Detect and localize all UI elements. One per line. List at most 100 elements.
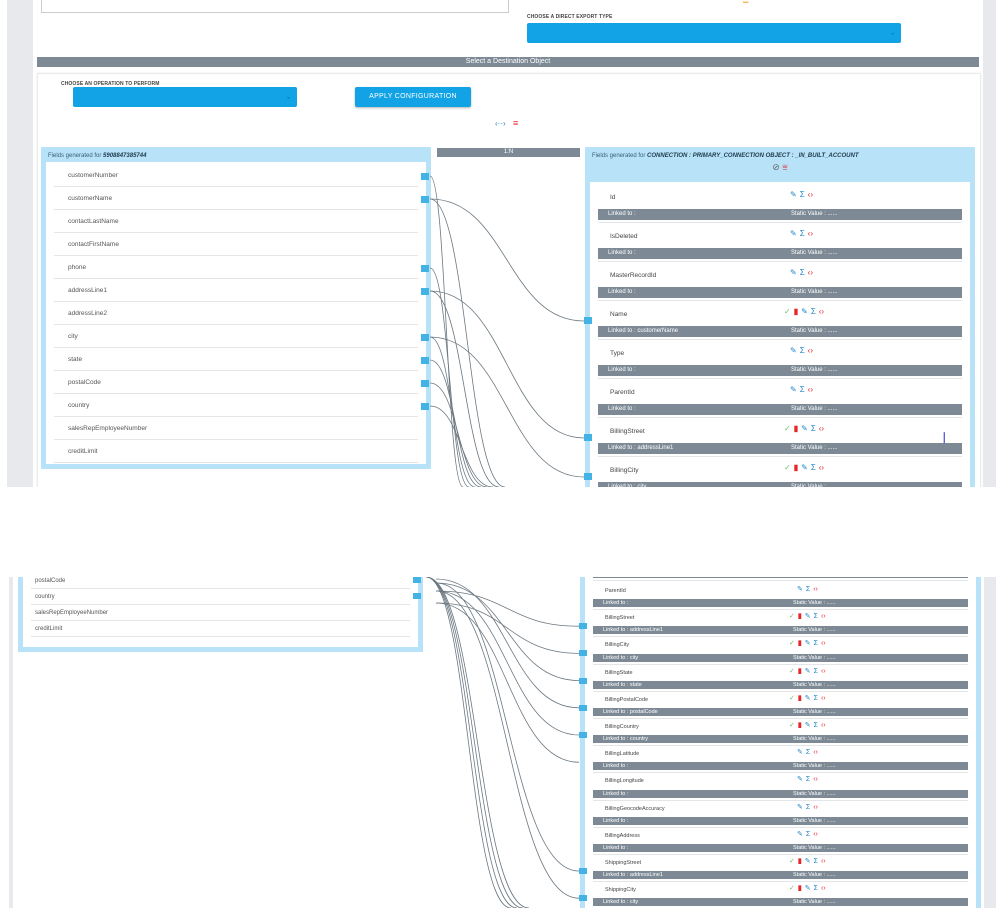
code-icon[interactable]: ‹› bbox=[808, 385, 813, 394]
delete-icon[interactable]: ▮ bbox=[798, 668, 802, 675]
source-field-row[interactable]: country bbox=[31, 589, 410, 605]
destination-field-card[interactable]: ShippingCity ✓ ▮ ✎ Σ ‹› Linked to : city Static… bbox=[593, 882, 968, 908]
destination-field-card[interactable]: BillingPostalCode ✓ ▮ ✎ Σ ‹› Linked to : posta… bbox=[593, 691, 968, 719]
filter-icon[interactable]: ⩸ bbox=[782, 162, 787, 172]
source-field-row[interactable]: postalCode bbox=[54, 371, 418, 394]
destination-field-card[interactable]: BillingLongitude ✎ Σ ‹› Linked to : Static Va… bbox=[593, 773, 968, 801]
sigma-icon[interactable]: Σ bbox=[806, 804, 810, 811]
destination-port[interactable] bbox=[579, 704, 587, 711]
destination-port[interactable] bbox=[579, 868, 587, 874]
destination-field-card[interactable]: BillingStreet ✓ ▮ ✎ Σ ‹› Linked to : addressLi… bbox=[593, 610, 968, 638]
check-icon[interactable]: ✓ bbox=[789, 858, 795, 865]
destination-field-card[interactable]: ParentId ✎ Σ ‹› Linked to : Static Value : ..… bbox=[593, 583, 968, 611]
sigma-icon[interactable]: Σ bbox=[814, 613, 818, 620]
check-icon[interactable]: ✓ bbox=[789, 640, 795, 647]
destination-port[interactable] bbox=[579, 732, 587, 738]
pencil-icon[interactable]: ✎ bbox=[797, 586, 803, 593]
clear-mapping-icon[interactable]: ⊘ bbox=[772, 162, 780, 172]
check-icon[interactable]: ✓ bbox=[789, 613, 795, 620]
code-icon[interactable]: ‹› bbox=[821, 885, 826, 892]
source-field-row[interactable]: creditLimit bbox=[54, 440, 418, 463]
code-icon[interactable]: ‹› bbox=[821, 722, 826, 729]
destination-field-card[interactable]: BillingAddress ✎ Σ ‹› Linked to : Static Valu… bbox=[593, 827, 968, 855]
source-field-row[interactable]: salesRepEmployeeNumber bbox=[31, 605, 410, 621]
sigma-icon[interactable]: Σ bbox=[806, 749, 810, 756]
destination-port[interactable] bbox=[579, 895, 587, 902]
destination-field-card[interactable]: BillingStreet ✓ ▮ ✎ Σ ‹› Linked to : addressLi… bbox=[598, 418, 962, 457]
destination-port[interactable] bbox=[584, 473, 592, 480]
check-icon[interactable]: ✓ bbox=[789, 722, 795, 729]
operation-select[interactable]: ⌄ bbox=[73, 87, 297, 107]
code-toggle-icon[interactable]: ‹··› bbox=[495, 119, 506, 128]
sigma-icon[interactable]: Σ bbox=[814, 640, 818, 647]
destination-field-card[interactable]: MasterRecordId ✎ Σ ‹› Linked to : Static Valu… bbox=[598, 262, 962, 301]
delete-icon[interactable]: ▮ bbox=[794, 307, 798, 316]
sigma-icon[interactable]: Σ bbox=[800, 229, 805, 238]
destination-port[interactable] bbox=[584, 317, 592, 324]
pencil-icon[interactable]: ✎ bbox=[801, 463, 808, 472]
delete-icon[interactable]: ▮ bbox=[798, 695, 802, 702]
source-field-row[interactable]: country bbox=[54, 394, 418, 417]
destination-field-card[interactable]: BillingCity ✓ ▮ ✎ Σ ‹› Linked to : city Static … bbox=[598, 457, 962, 487]
previous-select[interactable] bbox=[41, 0, 509, 13]
code-icon[interactable]: ‹› bbox=[819, 307, 824, 316]
sigma-icon[interactable]: Σ bbox=[806, 831, 810, 838]
source-port[interactable] bbox=[421, 196, 429, 203]
pencil-icon[interactable]: ✎ bbox=[805, 613, 811, 620]
destination-field-card[interactable]: Type ✎ Σ ‹› Linked to : Static Value : ...... bbox=[598, 340, 962, 379]
destination-field-card[interactable]: Id ✎ Σ ‹› Linked to : Static Value : ...... bbox=[598, 184, 962, 223]
pencil-icon[interactable]: ✎ bbox=[797, 749, 803, 756]
code-icon[interactable]: ‹› bbox=[808, 346, 813, 355]
destination-field-card[interactable]: BillingGeocodeAccuracy ✎ Σ ‹› Linked to : Sta… bbox=[593, 800, 968, 828]
source-field-row[interactable]: contactFirstName bbox=[54, 233, 418, 256]
check-icon[interactable]: ✓ bbox=[789, 668, 795, 675]
right-scrollbar[interactable] bbox=[983, 0, 996, 487]
pencil-icon[interactable]: ✎ bbox=[790, 346, 797, 355]
code-icon[interactable]: ‹› bbox=[813, 749, 818, 756]
apply-configuration-button[interactable]: APPLY CONFIGURATION bbox=[355, 87, 471, 107]
code-icon[interactable]: ‹› bbox=[813, 831, 818, 838]
destination-field-card[interactable]: BillingState ✓ ▮ ✎ Σ ‹› Linked to : state Stati… bbox=[593, 664, 968, 692]
source-field-row[interactable]: addressLine2 bbox=[54, 302, 418, 325]
delete-icon[interactable]: ▮ bbox=[798, 613, 802, 620]
delete-icon[interactable]: ▮ bbox=[798, 722, 802, 729]
source-port[interactable] bbox=[413, 577, 421, 583]
destination-port[interactable] bbox=[579, 677, 587, 684]
destination-field-card[interactable]: IsDeleted ✎ Σ ‹› Linked to : Static Value : .… bbox=[598, 223, 962, 262]
code-icon[interactable]: ‹› bbox=[813, 776, 818, 783]
export-type-select[interactable]: ⌄ bbox=[527, 23, 901, 43]
sigma-icon[interactable]: Σ bbox=[814, 695, 818, 702]
destination-field-card[interactable]: BillingLatitude ✎ Σ ‹› Linked to : Static Val… bbox=[593, 746, 968, 774]
pencil-icon[interactable]: ✎ bbox=[805, 668, 811, 675]
source-field-row[interactable]: customerName bbox=[54, 187, 418, 210]
pencil-icon[interactable]: ✎ bbox=[805, 885, 811, 892]
code-icon[interactable]: ‹› bbox=[821, 613, 826, 620]
pencil-icon[interactable]: ✎ bbox=[790, 385, 797, 394]
source-port[interactable] bbox=[421, 288, 429, 295]
destination-object-bar[interactable]: Select a Destination Object bbox=[37, 57, 979, 67]
destination-field-card[interactable]: BillingCity ✓ ▮ ✎ Σ ‹› Linked to : city Static … bbox=[593, 637, 968, 665]
pencil-icon[interactable]: ✎ bbox=[805, 695, 811, 702]
check-icon[interactable]: ✓ bbox=[784, 307, 791, 316]
pencil-icon[interactable]: ✎ bbox=[801, 307, 808, 316]
check-icon[interactable]: ✓ bbox=[784, 424, 791, 433]
pencil-icon[interactable]: ✎ bbox=[790, 229, 797, 238]
source-field-row[interactable]: contactLastName bbox=[54, 210, 418, 233]
code-icon[interactable]: ‹› bbox=[821, 640, 826, 647]
destination-port[interactable] bbox=[579, 623, 587, 630]
sigma-icon[interactable]: Σ bbox=[806, 586, 810, 593]
code-icon[interactable]: ‹› bbox=[819, 424, 824, 433]
check-icon[interactable]: ✓ bbox=[784, 463, 791, 472]
sigma-icon[interactable]: Σ bbox=[800, 346, 805, 355]
destination-field-card[interactable]: ParentId ✎ Σ ‹› Linked to : Static Value : ..… bbox=[598, 379, 962, 418]
code-icon[interactable]: ‹› bbox=[821, 668, 826, 675]
delete-icon[interactable]: ▮ bbox=[798, 858, 802, 865]
source-port[interactable] bbox=[421, 334, 429, 341]
sigma-icon[interactable]: Σ bbox=[814, 668, 818, 675]
source-field-row[interactable]: addressLine1 bbox=[54, 279, 418, 302]
sigma-icon[interactable]: Σ bbox=[800, 268, 805, 277]
pencil-icon[interactable]: ✎ bbox=[790, 268, 797, 277]
pencil-icon[interactable]: ✎ bbox=[805, 722, 811, 729]
source-port[interactable] bbox=[421, 357, 429, 364]
check-icon[interactable]: ✓ bbox=[789, 885, 795, 892]
